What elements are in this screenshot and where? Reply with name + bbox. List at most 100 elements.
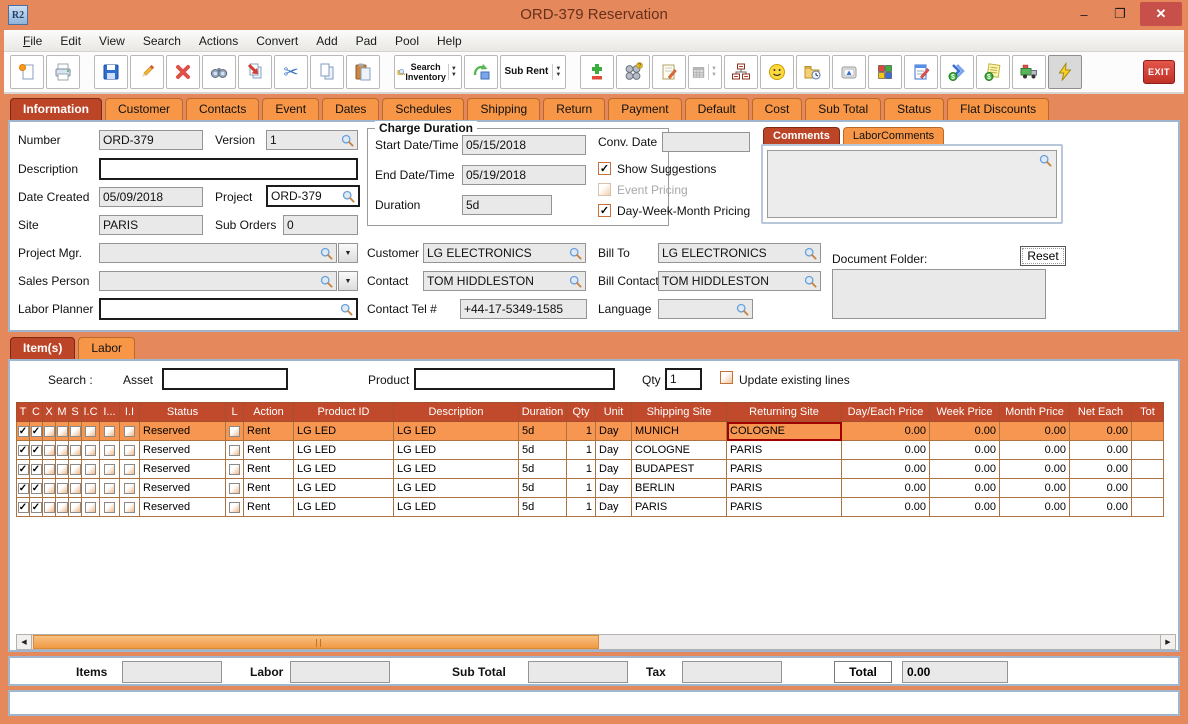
tab-dates[interactable]: Dates (322, 98, 379, 120)
copy-special-button[interactable] (238, 55, 272, 89)
scrollbar-thumb[interactable] (33, 635, 599, 649)
t-cell[interactable]: ✓ (17, 479, 30, 498)
returning_site-cell[interactable]: PARIS (727, 498, 842, 517)
menu-search[interactable]: Search (134, 34, 190, 48)
add-remove-button[interactable] (580, 55, 614, 89)
ii-checkbox[interactable] (124, 502, 135, 513)
x-cell[interactable] (43, 441, 56, 460)
dropdown-arrows-icon[interactable]: ▼▼ (552, 64, 563, 80)
c-cell[interactable]: ✓ (30, 441, 43, 460)
ii-checkbox[interactable] (124, 445, 135, 456)
maximize-button[interactable]: ❐ (1104, 2, 1136, 26)
m-cell[interactable] (56, 479, 69, 498)
l-checkbox[interactable] (229, 426, 240, 437)
customer-lookup-icon[interactable] (569, 247, 582, 260)
cut-button[interactable]: ✂ (274, 55, 308, 89)
description-cell[interactable]: LG LED (394, 479, 519, 498)
date-created-field[interactable]: 05/09/2018 (99, 187, 203, 207)
tab-event[interactable]: Event (262, 98, 319, 120)
description-cell[interactable]: LG LED (394, 441, 519, 460)
end-date-field[interactable]: 05/19/2018 (462, 165, 586, 185)
i_dots-cell[interactable] (100, 460, 120, 479)
i_dots-checkbox[interactable] (104, 445, 115, 456)
price-notes-button[interactable]: $ (976, 55, 1010, 89)
ic-checkbox[interactable] (85, 445, 96, 456)
product-input[interactable] (414, 368, 615, 390)
history-folder-button[interactable] (796, 55, 830, 89)
qty-cell[interactable]: 1 (567, 479, 596, 498)
col-header-unit[interactable]: Unit (596, 403, 632, 422)
shipping_site-cell[interactable]: BERLIN (632, 479, 727, 498)
week_price-cell[interactable]: 0.00 (930, 422, 1000, 441)
net_each-cell[interactable]: 0.00 (1070, 498, 1132, 517)
project-mgr-field[interactable] (99, 243, 337, 263)
l-cell[interactable] (226, 460, 244, 479)
col-header-product_id[interactable]: Product ID (294, 403, 394, 422)
status-cell[interactable]: Reserved (140, 441, 226, 460)
duration-cell[interactable]: 5d (519, 441, 567, 460)
t-checkbox[interactable]: ✓ (18, 502, 29, 513)
pool-button[interactable]: ? (616, 55, 650, 89)
price-forward-button[interactable]: $ (940, 55, 974, 89)
ic-checkbox[interactable] (85, 502, 96, 513)
c-cell[interactable]: ✓ (30, 479, 43, 498)
s-checkbox[interactable] (70, 426, 81, 437)
s-checkbox[interactable] (70, 483, 81, 494)
menu-edit[interactable]: Edit (51, 34, 90, 48)
tab-customer[interactable]: Customer (105, 98, 183, 120)
x-checkbox[interactable] (44, 445, 55, 456)
s-cell[interactable] (69, 441, 82, 460)
sales-person-dropdown[interactable]: ▼ (338, 271, 358, 291)
s-checkbox[interactable] (70, 502, 81, 513)
col-header-l[interactable]: L (226, 403, 244, 422)
bill-to-field[interactable]: LG ELECTRONICS (658, 243, 821, 263)
s-checkbox[interactable] (70, 445, 81, 456)
ic-checkbox[interactable] (85, 426, 96, 437)
table-row[interactable]: ✓✓ReservedRentLG LEDLG LED5d1DayCOLOGNEP… (17, 441, 1164, 460)
tab-laborcomments[interactable]: LaborComments (843, 127, 944, 145)
action-cell[interactable]: Rent (244, 422, 294, 441)
col-header-duration[interactable]: Duration (519, 403, 567, 422)
status-cell[interactable]: Reserved (140, 422, 226, 441)
search-inventory-button[interactable]: Search Inventory ▼▼ (394, 55, 462, 89)
update-existing-checkbox[interactable] (720, 371, 733, 384)
net_each-cell[interactable]: 0.00 (1070, 441, 1132, 460)
project-mgr-lookup-icon[interactable] (320, 247, 333, 260)
labor-planner-field[interactable] (99, 298, 358, 320)
day_each_price-cell[interactable]: 0.00 (842, 460, 930, 479)
edit-button[interactable] (130, 55, 164, 89)
ii-cell[interactable] (120, 498, 140, 517)
exit-button[interactable]: EXIT (1142, 55, 1176, 89)
l-cell[interactable] (226, 479, 244, 498)
col-header-shipping_site[interactable]: Shipping Site (632, 403, 727, 422)
shortcut-button[interactable] (832, 55, 866, 89)
comments-lookup-icon[interactable] (1039, 151, 1056, 217)
dropdown-arrows-icon[interactable]: ▼▼ (448, 64, 459, 80)
ic-cell[interactable] (82, 441, 100, 460)
product_id-cell[interactable]: LG LED (294, 460, 394, 479)
menu-add[interactable]: Add (307, 34, 346, 48)
i_dots-checkbox[interactable] (104, 483, 115, 494)
menu-help[interactable]: Help (428, 34, 471, 48)
i_dots-cell[interactable] (100, 498, 120, 517)
description-cell[interactable]: LG LED (394, 498, 519, 517)
t-cell[interactable]: ✓ (17, 498, 30, 517)
total-cell[interactable] (1132, 479, 1164, 498)
tab-cost[interactable]: Cost (752, 98, 803, 120)
col-header-ic[interactable]: I.C (82, 403, 100, 422)
m-cell[interactable] (56, 441, 69, 460)
col-header-month_price[interactable]: Month Price (1000, 403, 1070, 422)
month_price-cell[interactable]: 0.00 (1000, 460, 1070, 479)
calendar-button[interactable]: ▼▼ (688, 55, 722, 89)
l-checkbox[interactable] (229, 483, 240, 494)
i_dots-cell[interactable] (100, 479, 120, 498)
language-field[interactable] (658, 299, 753, 319)
month_price-cell[interactable]: 0.00 (1000, 498, 1070, 517)
shipping_site-cell[interactable]: MUNICH (632, 422, 727, 441)
menu-file[interactable]: File (14, 34, 51, 48)
month_price-cell[interactable]: 0.00 (1000, 479, 1070, 498)
net_each-cell[interactable]: 0.00 (1070, 479, 1132, 498)
x-checkbox[interactable] (44, 502, 55, 513)
ii-checkbox[interactable] (124, 464, 135, 475)
week_price-cell[interactable]: 0.00 (930, 460, 1000, 479)
